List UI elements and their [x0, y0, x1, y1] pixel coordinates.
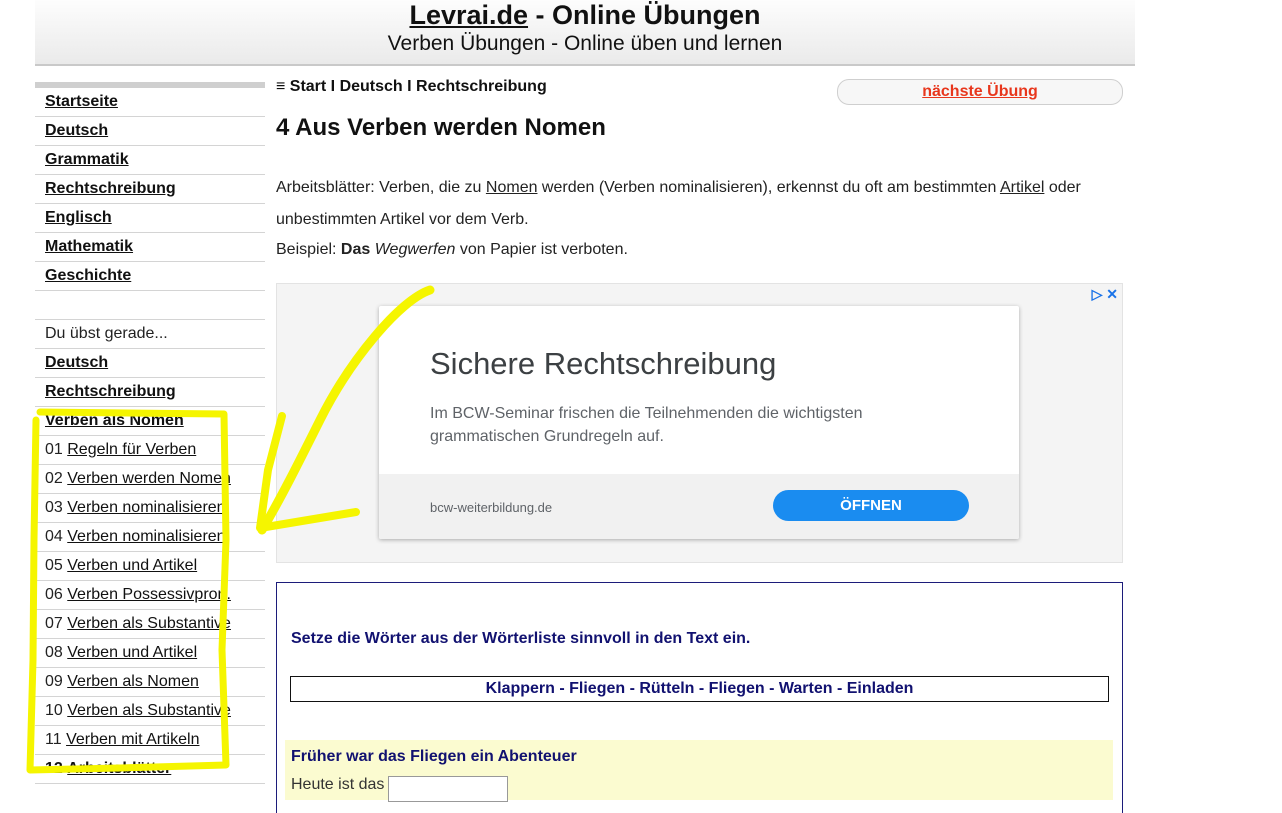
exercise-number: 03 [45, 499, 63, 516]
sidebar-current-topic: Verben als Nomen [35, 407, 265, 436]
exercise-link-03[interactable]: Verben nominalisieren [67, 499, 225, 516]
sidebar-link-mathematik[interactable]: Mathematik [45, 238, 133, 255]
sidebar-link-englisch[interactable]: Englisch [45, 209, 112, 226]
exercise-number: 06 [45, 586, 63, 603]
exercise-number: 05 [45, 557, 63, 574]
exercise-item-02: 02 Verben werden Nomen [35, 465, 265, 494]
example-label: Beispiel: [276, 241, 341, 258]
story-box: Früher war das Fliegen ein Abenteuer Heu… [285, 740, 1113, 802]
sidebar-item-geschichte: Geschichte [35, 262, 265, 291]
sidebar-item-deutsch: Deutsch [35, 117, 265, 146]
example-sentence: Beispiel: Das Wegwerfen von Papier ist v… [276, 238, 628, 262]
example-article: Das [340, 241, 371, 258]
artikel-link[interactable]: Artikel [1000, 179, 1044, 196]
exercise-number: 09 [45, 673, 63, 690]
exercise-link-04[interactable]: Verben nominalisieren [67, 528, 225, 545]
sidebar-current-deutsch: Deutsch [35, 349, 265, 378]
site-header: Levrai.de - Online Übungen Verben Übunge… [35, 0, 1135, 66]
ad-footer: bcw-weiterbildung.de ÖFFNEN [379, 474, 1019, 539]
example-word: Wegwerfen [374, 241, 456, 258]
site-title: Levrai.de - Online Übungen [35, 0, 1135, 30]
sidebar-divider [35, 291, 265, 320]
exercise-item-06: 06 Verben Possessivpron. [35, 581, 265, 610]
exercise-link-12[interactable]: Arbeitsblätter [67, 760, 171, 777]
sidebar-link-deutsch[interactable]: Deutsch [45, 122, 108, 139]
page-title: 4 Aus Verben werden Nomen [276, 114, 606, 141]
story-line-start: Heute ist das [291, 776, 385, 793]
exercise-item-10: 10 Verben als Substantive [35, 697, 265, 726]
sidebar-item-startseite: Startseite [35, 88, 265, 117]
exercise-item-04: 04 Verben nominalisieren [35, 523, 265, 552]
site-subtitle: Verben Übungen - Online üben und lernen [387, 32, 783, 55]
advertisement[interactable]: ▷ ✕ Sichere Rechtschreibung Im BCW-Semin… [276, 283, 1123, 563]
word-list: Klappern - Fliegen - Rütteln - Fliegen -… [290, 676, 1109, 702]
exercise-item-03: 03 Verben nominalisieren [35, 494, 265, 523]
ad-headline[interactable]: Sichere Rechtschreibung [430, 346, 776, 382]
sidebar-item-mathematik: Mathematik [35, 233, 265, 262]
exercise-number: 01 [45, 441, 63, 458]
ad-choices-icon[interactable]: ▷ ✕ [1092, 286, 1118, 303]
exercise-number: 02 [45, 470, 63, 487]
sidebar-link-rechtschreibung[interactable]: Rechtschreibung [45, 180, 176, 197]
ad-card[interactable]: Sichere Rechtschreibung Im BCW-Seminar f… [379, 306, 1019, 539]
intro-text: Arbeitsblätter: Verben, die zu Nomen wer… [276, 172, 1116, 236]
exercise-item-11: 11 Verben mit Artikeln [35, 726, 265, 755]
ad-open-button[interactable]: ÖFFNEN [773, 490, 969, 521]
page: Levrai.de - Online Übungen Verben Übunge… [35, 0, 1135, 813]
exercise-link-08[interactable]: Verben und Artikel [67, 644, 197, 661]
sidebar-link-grammatik[interactable]: Grammatik [45, 151, 129, 168]
exercise-number: 10 [45, 702, 63, 719]
breadcrumb[interactable]: ≡ Start I Deutsch I Rechtschreibung [276, 78, 547, 96]
sidebar-link-geschichte[interactable]: Geschichte [45, 267, 131, 284]
exercise-item-05: 05 Verben und Artikel [35, 552, 265, 581]
exercise-item-07: 07 Verben als Substantive [35, 610, 265, 639]
sidebar-item-englisch: Englisch [35, 204, 265, 233]
exercise-number: 08 [45, 644, 63, 661]
exercise-link-07[interactable]: Verben als Substantive [67, 615, 231, 632]
nomen-link[interactable]: Nomen [486, 179, 538, 196]
example-rest: von Papier ist verboten. [455, 241, 628, 258]
exercise-panel: Setze die Wörter aus der Wörterliste sin… [276, 582, 1123, 813]
exercise-link-01[interactable]: Regeln für Verben [67, 441, 196, 458]
next-exercise-link[interactable]: nächste Übung [922, 83, 1038, 100]
gap-input[interactable] [388, 776, 508, 802]
ad-description: Im BCW-Seminar frischen die Teilnehmende… [430, 405, 863, 445]
sidebar-current-rechtschreibung: Rechtschreibung [35, 378, 265, 407]
intro-part-2: werden (Verben nominalisieren), erkennst… [537, 179, 1000, 196]
sidebar-item-rechtschreibung: Rechtschreibung [35, 175, 265, 204]
exercise-item-08: 08 Verben und Artikel [35, 639, 265, 668]
exercise-link-06[interactable]: Verben Possessivpron. [67, 586, 231, 603]
sidebar-current-link-topic[interactable]: Verben als Nomen [45, 412, 184, 429]
exercise-link-11[interactable]: Verben mit Artikeln [66, 731, 199, 748]
next-exercise-button[interactable]: nächste Übung [837, 79, 1123, 105]
exercise-instruction: Setze die Wörter aus der Wörterliste sin… [291, 630, 751, 647]
ad-domain: bcw-weiterbildung.de [430, 500, 553, 515]
sidebar-current-label: Du übst gerade... [35, 320, 265, 349]
story-heading: Früher war das Fliegen ein Abenteuer [291, 748, 577, 765]
sidebar-current-link-rechtschreibung[interactable]: Rechtschreibung [45, 383, 176, 400]
site-title-rest: - Online Übungen [528, 0, 761, 30]
site-home-link[interactable]: Levrai.de [409, 0, 528, 30]
exercise-link-10[interactable]: Verben als Substantive [67, 702, 231, 719]
exercise-item-09: 09 Verben als Nomen [35, 668, 265, 697]
exercise-item-01: 01 Regeln für Verben [35, 436, 265, 465]
exercise-number: 07 [45, 615, 63, 632]
sidebar-item-grammatik: Grammatik [35, 146, 265, 175]
exercise-link-05[interactable]: Verben und Artikel [67, 557, 197, 574]
exercise-item-12-current: 12 Arbeitsblätter [35, 755, 265, 784]
exercise-number: 04 [45, 528, 63, 545]
sidebar: Startseite Deutsch Grammatik Rechtschrei… [35, 82, 265, 784]
exercise-link-09[interactable]: Verben als Nomen [67, 673, 199, 690]
exercise-number: 12 [45, 760, 63, 777]
exercise-number: 11 [45, 731, 62, 748]
sidebar-current-link-deutsch[interactable]: Deutsch [45, 354, 108, 371]
intro-part-1: Arbeitsblätter: Verben, die zu [276, 179, 486, 196]
sidebar-link-startseite[interactable]: Startseite [45, 93, 118, 110]
exercise-link-02[interactable]: Verben werden Nomen [67, 470, 231, 487]
